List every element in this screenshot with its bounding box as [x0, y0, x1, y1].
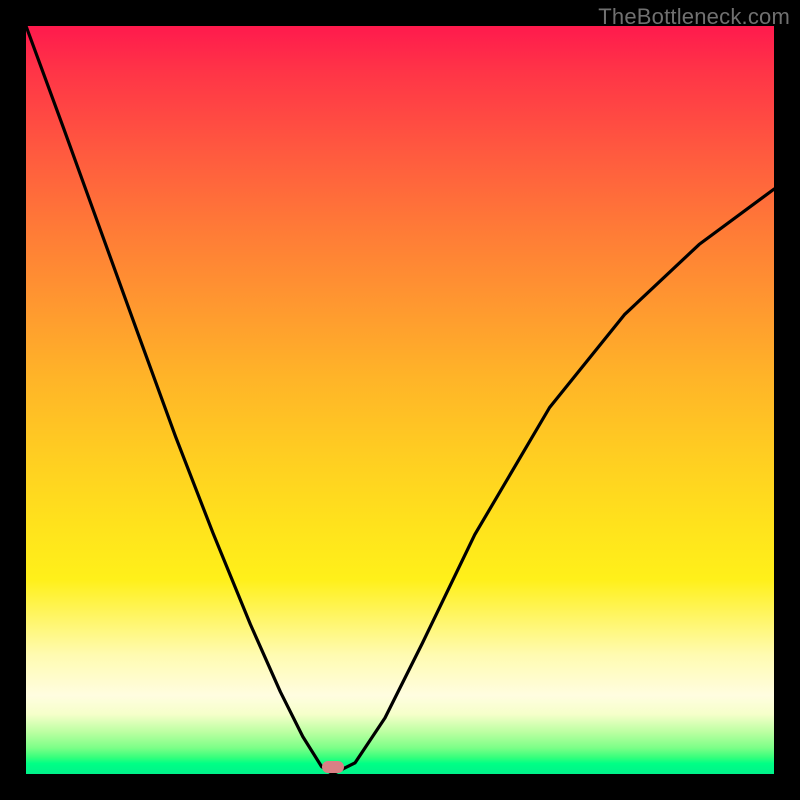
watermark-text: TheBottleneck.com [598, 4, 790, 30]
chart-frame [26, 26, 774, 774]
bottleneck-curve [26, 26, 774, 774]
optimal-marker [322, 761, 344, 773]
